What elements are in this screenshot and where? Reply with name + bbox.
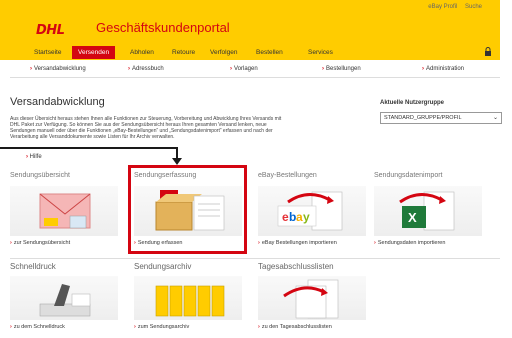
- sub-nav: › Versandabwicklung › Adressbuch › Vorlagen…: [10, 66, 500, 78]
- svg-text:a: a: [296, 210, 303, 224]
- ebay-import-icon: e b a y: [258, 186, 366, 236]
- svg-text:X: X: [408, 210, 417, 225]
- binders-icon: [134, 276, 242, 320]
- tile-title: Sendungsarchiv: [134, 262, 192, 271]
- user-group-select[interactable]: STANDARD_GRUPPE/PROFIL ⌄: [380, 112, 502, 124]
- nav-tab-abholen[interactable]: Abholen: [124, 46, 160, 59]
- highlight-box: [128, 165, 247, 254]
- tile-link[interactable]: › zu den Tagesabschlusslisten: [258, 324, 366, 330]
- user-group-panel: Aktuelle Nutzergruppe STANDARD_GRUPPE/PR…: [380, 100, 502, 124]
- chevron-down-icon: ⌄: [492, 115, 498, 121]
- top-link-search[interactable]: Suche: [465, 4, 482, 10]
- nav-tab-retoure[interactable]: Retoure: [166, 46, 201, 59]
- tile-tagesabschlusslisten[interactable]: Tagesabschlusslisten › zu den Tagesabschl…: [258, 262, 366, 330]
- top-link-ebay-profile[interactable]: eBay Profil: [428, 4, 457, 10]
- tile-link[interactable]: › zum Sendungsarchiv: [134, 324, 242, 330]
- help-link[interactable]: › Hilfe: [26, 154, 42, 160]
- tile-link[interactable]: › eBay Bestellungen importieren: [258, 240, 366, 246]
- nav-tab-bestellen[interactable]: Bestellen: [250, 46, 289, 59]
- subnav-item-versandabwicklung[interactable]: › Versandabwicklung: [30, 66, 86, 72]
- tile-title: Sendungsübersicht: [10, 172, 70, 179]
- subnav-item-adressbuch[interactable]: › Adressbuch: [128, 66, 164, 72]
- tile-title: Schnelldruck: [10, 262, 56, 271]
- header-bar: DHL Geschäftskundenportal eBay Profil Su…: [0, 0, 500, 44]
- callout-arrow-line: [0, 147, 178, 149]
- document-list-icon: [258, 276, 366, 320]
- subnav-item-administration[interactable]: › Administration: [422, 66, 464, 72]
- tile-sendungsdatenimport[interactable]: Sendungsdatenimport X › Sendungsdaten imp…: [374, 172, 482, 246]
- user-group-label: Aktuelle Nutzergruppe: [380, 100, 445, 106]
- callout-arrowhead-icon: [172, 158, 182, 165]
- tile-title: eBay-Bestellungen: [258, 172, 317, 179]
- csv-import-icon: X: [374, 186, 482, 236]
- main-nav: Startseite Versenden Abholen Retoure Ver…: [0, 44, 500, 60]
- tile-schnelldruck[interactable]: Schnelldruck › zu dem Schnelldruck: [10, 262, 118, 330]
- tile-ebay-bestellungen[interactable]: eBay-Bestellungen e b a y › eBay Bestellu…: [258, 172, 366, 246]
- dhl-logo[interactable]: DHL: [36, 23, 82, 38]
- nav-tab-startseite[interactable]: Startseite: [28, 46, 67, 59]
- tile-link[interactable]: › zu dem Schnelldruck: [10, 324, 118, 330]
- envelope-icon: [10, 186, 118, 236]
- tile-link[interactable]: › Sendungsdaten importieren: [374, 240, 482, 246]
- nav-tab-services[interactable]: Services: [302, 46, 339, 59]
- lock-icon[interactable]: [484, 47, 492, 56]
- subnav-item-bestellungen[interactable]: › Bestellungen: [322, 66, 361, 72]
- row-divider: [10, 258, 500, 259]
- tile-title: Sendungsdatenimport: [374, 172, 443, 179]
- tile-link[interactable]: › zur Sendungsübersicht: [10, 240, 118, 246]
- scanner-icon: [10, 276, 118, 320]
- tile-title: Tagesabschlusslisten: [258, 262, 334, 271]
- nav-tab-versenden[interactable]: Versenden: [72, 46, 116, 59]
- svg-text:e: e: [282, 210, 289, 224]
- tile-sendungsuebersicht[interactable]: Sendungsübersicht › zur Sendungsübersicht: [10, 172, 118, 246]
- intro-text: Aus dieser Übersicht heraus stehen Ihnen…: [10, 116, 282, 140]
- nav-tab-verfolgen[interactable]: Verfolgen: [204, 46, 243, 59]
- page-title: Versandabwicklung: [10, 96, 105, 108]
- portal-title: Geschäftskundenportal: [96, 20, 230, 35]
- tile-sendungsarchiv[interactable]: Sendungsarchiv › zum Sendungsarchiv: [134, 262, 242, 330]
- subnav-item-vorlagen[interactable]: › Vorlagen: [230, 66, 258, 72]
- top-links: eBay Profil Suche: [422, 4, 482, 10]
- svg-text:y: y: [303, 210, 310, 224]
